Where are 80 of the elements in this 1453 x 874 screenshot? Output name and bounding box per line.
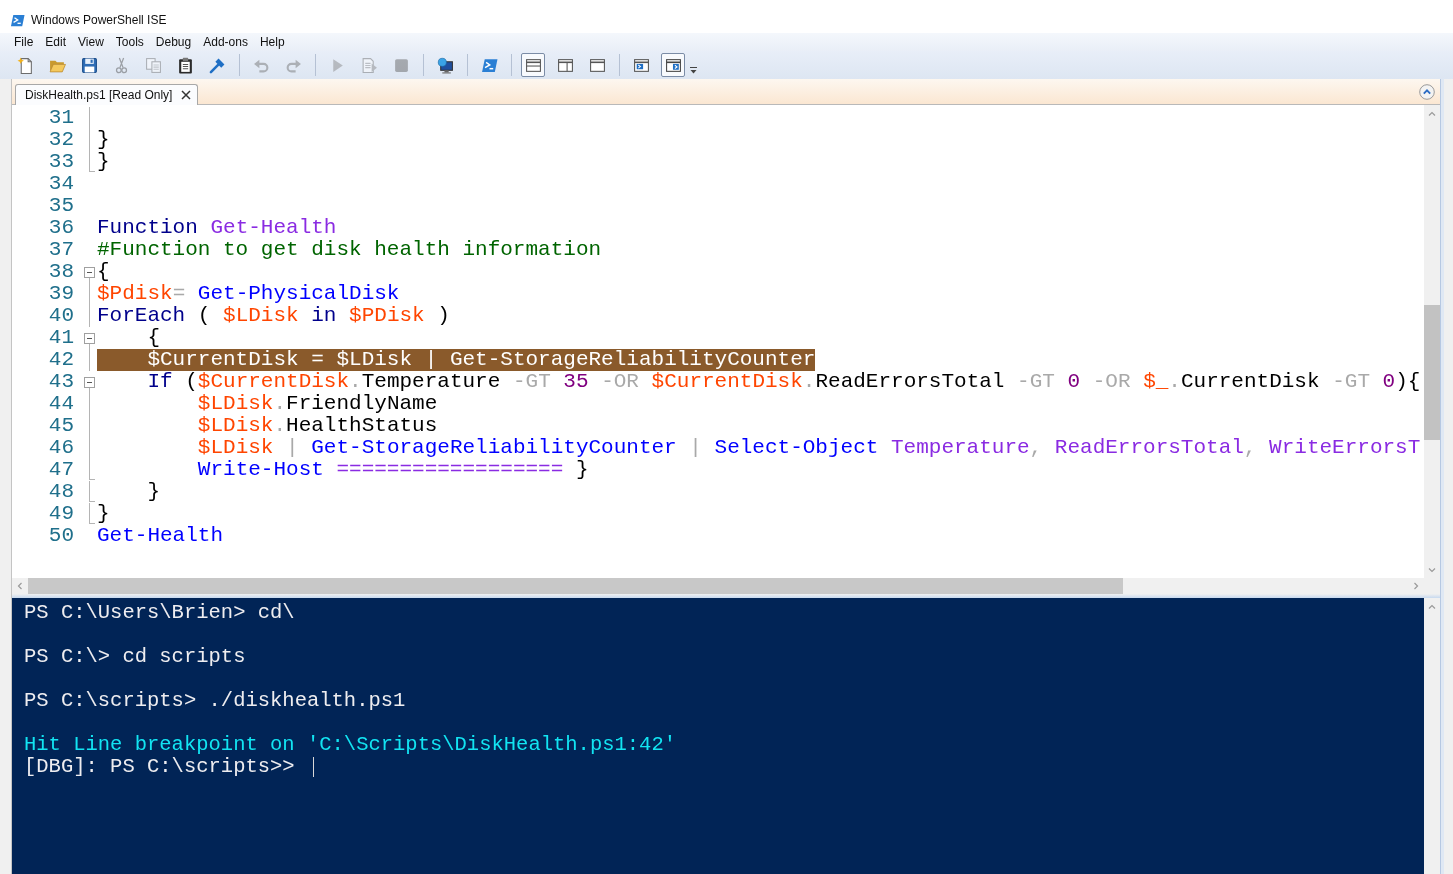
window-title: Windows PowerShell ISE bbox=[31, 13, 167, 27]
code-line: $LDisk.HealthStatus bbox=[197, 415, 438, 437]
menu-item[interactable]: Edit bbox=[39, 33, 73, 51]
code-line: $Pdisk= Get-PhysicalDisk bbox=[97, 283, 400, 305]
line-number: 32 bbox=[47, 129, 74, 151]
code-line: { bbox=[97, 261, 110, 283]
terminal-icon bbox=[480, 56, 498, 74]
code-line: Write-Host ================== } bbox=[197, 459, 589, 481]
line-number: 42 bbox=[47, 349, 74, 371]
line-number: 34 bbox=[47, 173, 74, 195]
line-number: 41 bbox=[47, 327, 74, 349]
code-line: { bbox=[147, 327, 161, 349]
line-number: 36 bbox=[47, 217, 74, 239]
menu-item[interactable]: Help bbox=[253, 33, 291, 51]
menu-item[interactable]: Tools bbox=[109, 33, 150, 51]
code-line: } bbox=[147, 481, 161, 503]
hammer-icon bbox=[208, 56, 226, 74]
new-file-icon bbox=[16, 56, 34, 74]
toolbar-button[interactable] bbox=[521, 53, 545, 77]
code-line: Function Get-Health bbox=[97, 217, 337, 239]
toolbar-button[interactable] bbox=[661, 53, 685, 77]
line-number: 47 bbox=[47, 459, 74, 481]
console-line: [DBG]: PS C:\scripts>> bbox=[24, 756, 295, 778]
line-number: 50 bbox=[47, 525, 74, 547]
line-number: 43 bbox=[47, 371, 74, 393]
app-logo-icon bbox=[10, 12, 25, 28]
code-line: } bbox=[97, 151, 110, 173]
scroll-down-icon[interactable] bbox=[1428, 565, 1436, 574]
chevron-up-circle-icon[interactable] bbox=[1419, 83, 1435, 100]
code-line: Get-Health bbox=[97, 525, 224, 547]
code-line: $LDisk.FriendlyName bbox=[197, 393, 438, 415]
close-icon[interactable] bbox=[181, 90, 192, 100]
menu-item[interactable]: Add-ons bbox=[197, 33, 254, 51]
line-number: 31 bbox=[47, 107, 74, 129]
line-number: 37 bbox=[47, 239, 74, 261]
menu-item[interactable]: View bbox=[72, 33, 110, 51]
console-line: PS C:\Users\Brien> cd\ bbox=[24, 602, 295, 624]
scroll-right-icon[interactable] bbox=[1412, 582, 1420, 590]
split-vertical-icon bbox=[556, 56, 574, 74]
text-cursor bbox=[312, 757, 314, 777]
line-number: 33 bbox=[47, 151, 74, 173]
window-icon bbox=[588, 56, 606, 74]
code-line: ForEach ( $LDisk in $PDisk ) bbox=[97, 305, 450, 327]
scroll-up-icon[interactable] bbox=[1428, 109, 1436, 118]
line-number: 39 bbox=[47, 283, 74, 305]
line-number: 45 bbox=[47, 415, 74, 437]
computer-icon bbox=[436, 56, 454, 74]
console-line: PS C:\> cd scripts bbox=[24, 646, 246, 668]
scrollbar-thumb[interactable] bbox=[28, 578, 1123, 594]
scroll-left-icon[interactable] bbox=[16, 582, 24, 590]
code-line: $LDisk | Get-StorageReliabilityCounter | Select-Object Temperature, ReadErrorsTotal, WriteErrorsT bbox=[197, 437, 1421, 459]
menu-item[interactable]: File bbox=[8, 33, 40, 51]
line-number: 35 bbox=[47, 195, 74, 217]
copy-icon bbox=[144, 56, 162, 74]
line-number: 44 bbox=[47, 393, 74, 415]
clipboard-icon bbox=[176, 56, 194, 74]
console-line: PS C:\scripts> ./diskhealth.ps1 bbox=[24, 690, 406, 712]
menu-item[interactable]: Debug bbox=[149, 33, 198, 51]
collapse-toggle[interactable] bbox=[84, 266, 95, 278]
code-line: If ($CurrentDisk.Temperature -GT 35 -OR $CurrentDisk.ReadErrorsTotal -GT 0 -OR $_.CurrentDisk -GT 0){ bbox=[147, 371, 1421, 393]
line-number: 38 bbox=[47, 261, 74, 283]
page-play-icon bbox=[360, 56, 378, 74]
console-line: Hit Line breakpoint on 'C:\Scripts\DiskHealth.ps1:42' bbox=[24, 734, 676, 756]
scrollbar-thumb[interactable] bbox=[1424, 305, 1440, 440]
code-line: #Function to get disk health information bbox=[97, 239, 602, 261]
split-horizontal-icon bbox=[524, 56, 542, 74]
side-panel-icon bbox=[664, 56, 682, 74]
code-line: } bbox=[97, 129, 110, 151]
file-tab[interactable]: DiskHealth.ps1 [Read Only] bbox=[15, 84, 199, 105]
collapse-toggle[interactable] bbox=[84, 376, 95, 388]
line-number: 40 bbox=[47, 305, 74, 327]
code-line: } bbox=[97, 503, 110, 525]
stop-icon bbox=[392, 56, 410, 74]
scroll-up-icon[interactable] bbox=[1428, 602, 1436, 611]
overflow-chevron-icon[interactable] bbox=[690, 66, 697, 74]
console-window-icon bbox=[632, 56, 650, 74]
line-number: 46 bbox=[47, 437, 74, 459]
collapse-toggle[interactable] bbox=[84, 332, 95, 344]
line-number: 49 bbox=[47, 503, 74, 525]
line-number: 48 bbox=[47, 481, 74, 503]
